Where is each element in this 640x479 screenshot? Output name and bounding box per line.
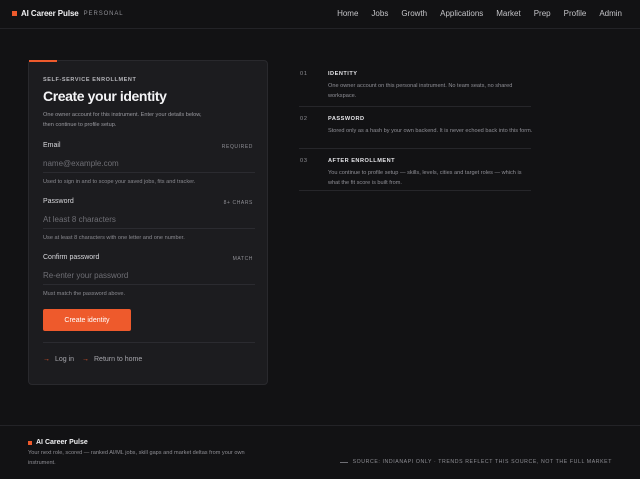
confirm-password-field[interactable]	[43, 267, 255, 283]
nav-market[interactable]: Market	[496, 9, 520, 18]
source-note: SOURCE: INDIANAPI ONLY · TRENDS REFLECT …	[339, 459, 612, 465]
login-link-label: Log in	[55, 356, 75, 363]
confirm-password-underline	[43, 284, 255, 285]
nav-growth[interactable]: Growth	[401, 9, 427, 18]
nav-profile[interactable]: Profile	[564, 9, 587, 18]
password-label: Password	[43, 198, 74, 205]
confirm-help-text: Must match the password above.	[43, 291, 126, 297]
arrow-right-icon: →	[43, 356, 50, 363]
form-intro: One owner account for this instrument. E…	[43, 112, 202, 128]
footer-tagline: Your next role, scored — ranked AI/ML jo…	[28, 450, 245, 466]
step-title: AFTER ENROLLMENT	[328, 158, 396, 164]
step-item: 03 AFTER ENROLLMENT You continue to prof…	[299, 149, 531, 191]
step-number: 01	[300, 71, 308, 77]
page-footer: AI Career Pulse Your next role, scored —…	[0, 425, 640, 479]
create-identity-button[interactable]: Create identity	[43, 309, 131, 331]
footer-brand: AI Career Pulse	[28, 439, 88, 446]
email-help-text: Used to sign in and to scope your saved …	[43, 179, 196, 185]
form-eyebrow: SELF-SERVICE ENROLLMENT	[43, 77, 137, 83]
password-field[interactable]	[43, 211, 255, 227]
password-underline	[43, 228, 255, 229]
brand-logo-icon	[12, 11, 17, 16]
email-label: Email	[43, 142, 61, 149]
brand-tag: PERSONAL	[83, 10, 124, 17]
step-number: 03	[300, 158, 308, 164]
nav-jobs[interactable]: Jobs	[371, 9, 388, 18]
card-accent-bar	[29, 60, 57, 62]
step-description: Stored only as a hash by your own backen…	[328, 128, 533, 134]
nav-prep[interactable]: Prep	[534, 9, 551, 18]
confirm-match-tag: MATCH	[232, 256, 253, 262]
main-nav: Home Jobs Growth Applications Market Pre…	[324, 9, 622, 18]
step-number: 02	[300, 116, 308, 122]
step-item: 02 PASSWORD Stored only as a hash by you…	[299, 107, 533, 149]
nav-applications[interactable]: Applications	[440, 9, 483, 18]
email-underline	[43, 172, 255, 173]
nav-admin[interactable]: Admin	[599, 9, 622, 18]
step-item: 01 IDENTITY One owner account on this pe…	[299, 62, 531, 107]
card-divider	[43, 342, 255, 343]
footer-brand-name: AI Career Pulse	[36, 439, 88, 446]
top-navigation-bar: AI Career Pulse PERSONAL Home Jobs Growt…	[0, 0, 640, 29]
password-help-text: Use at least 8 characters with one lette…	[43, 235, 185, 241]
return-home-link[interactable]: → Return to home	[82, 356, 142, 363]
return-home-label: Return to home	[94, 356, 143, 363]
confirm-password-label: Confirm password	[43, 254, 100, 261]
source-text: SOURCE: INDIANAPI ONLY · TRENDS REFLECT …	[352, 459, 612, 465]
brand[interactable]: AI Career Pulse PERSONAL	[12, 9, 124, 18]
nav-home[interactable]: Home	[337, 9, 358, 18]
enrollment-steps: 01 IDENTITY One owner account on this pe…	[299, 62, 533, 191]
source-dash	[339, 461, 348, 463]
login-link[interactable]: → Log in	[43, 356, 74, 363]
form-title: Create your identity	[43, 88, 167, 104]
step-title: IDENTITY	[328, 71, 358, 77]
step-description: One owner account on this personal instr…	[328, 83, 513, 99]
password-length-tag: 8+ CHARS	[223, 200, 253, 206]
step-description: You continue to profile setup — skills, …	[328, 170, 522, 186]
brand-name: AI Career Pulse	[21, 9, 79, 18]
brand-logo-icon	[28, 440, 32, 445]
email-field[interactable]	[43, 155, 255, 171]
email-required-tag: REQUIRED	[221, 144, 253, 150]
step-title: PASSWORD	[328, 116, 365, 122]
arrow-right-icon: →	[82, 356, 89, 363]
enrollment-card: SELF-SERVICE ENROLLMENT Create your iden…	[28, 60, 268, 385]
